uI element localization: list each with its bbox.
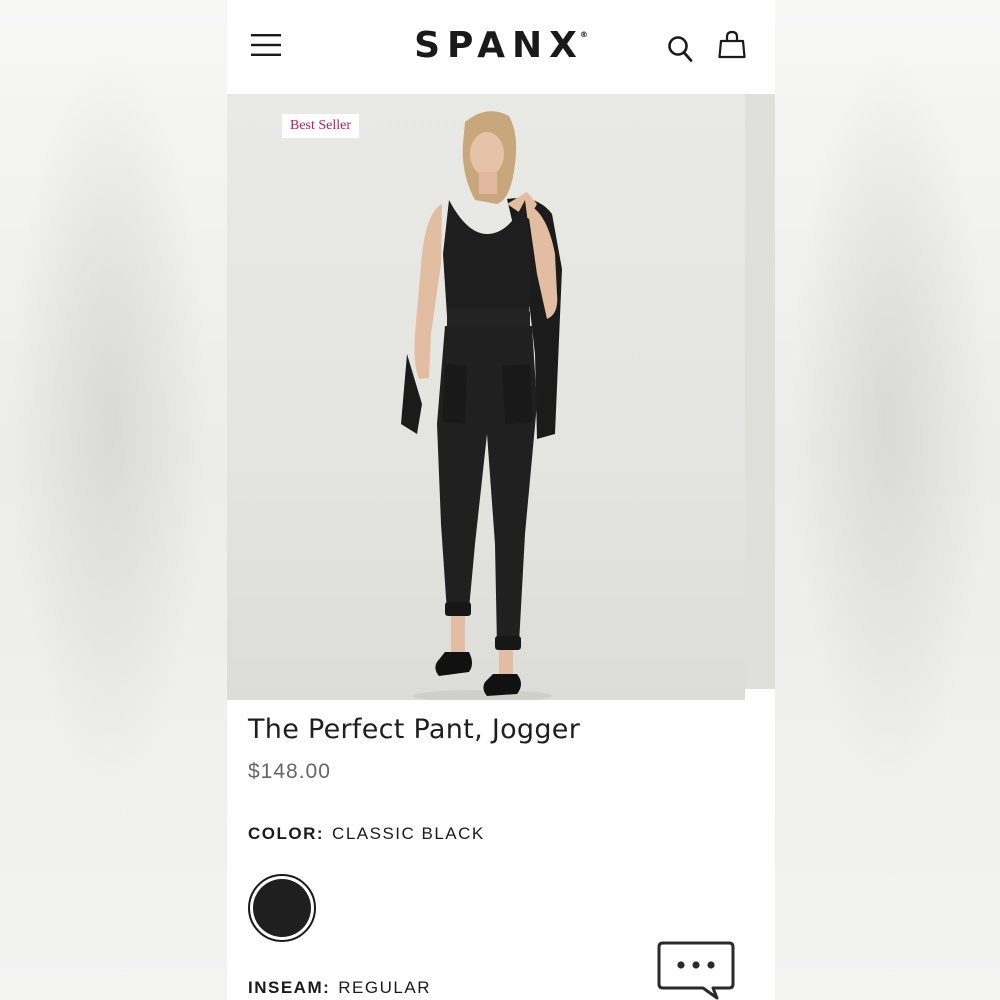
inseam-label: INSEAM: [248,978,331,997]
chat-bubble-icon[interactable] [657,940,735,1000]
brand-name: SPANX [414,24,584,66]
inseam-selector-label: INSEAM: REGULAR [248,978,431,998]
product-price: $148.00 [248,760,331,783]
best-seller-badge: Best Seller [282,114,360,138]
menu-icon[interactable] [251,32,281,58]
model-photo-icon [401,111,562,700]
brand-registered-mark: ® [579,29,588,39]
color-value: CLASSIC BLACK [332,824,485,843]
search-icon[interactable] [667,35,693,63]
color-selector-label: COLOR: CLASSIC BLACK [248,824,485,844]
product-title: The Perfect Pant, Jogger [248,714,581,745]
mobile-page: SPANX ® Best Seller The Perfect Pant, Jo… [227,0,775,1000]
image-gap [745,689,775,700]
site-header: SPANX ® [227,0,775,94]
product-hero-image[interactable]: Best Seller [227,94,775,700]
brand-logo[interactable]: SPANX ® [403,20,599,70]
next-image-peek [745,94,775,689]
color-label: COLOR: [248,824,325,843]
inseam-value: REGULAR [338,978,431,997]
shopping-bag-icon[interactable] [718,30,746,60]
color-swatch-classic-black[interactable] [248,874,316,942]
swatch-fill [253,879,311,937]
